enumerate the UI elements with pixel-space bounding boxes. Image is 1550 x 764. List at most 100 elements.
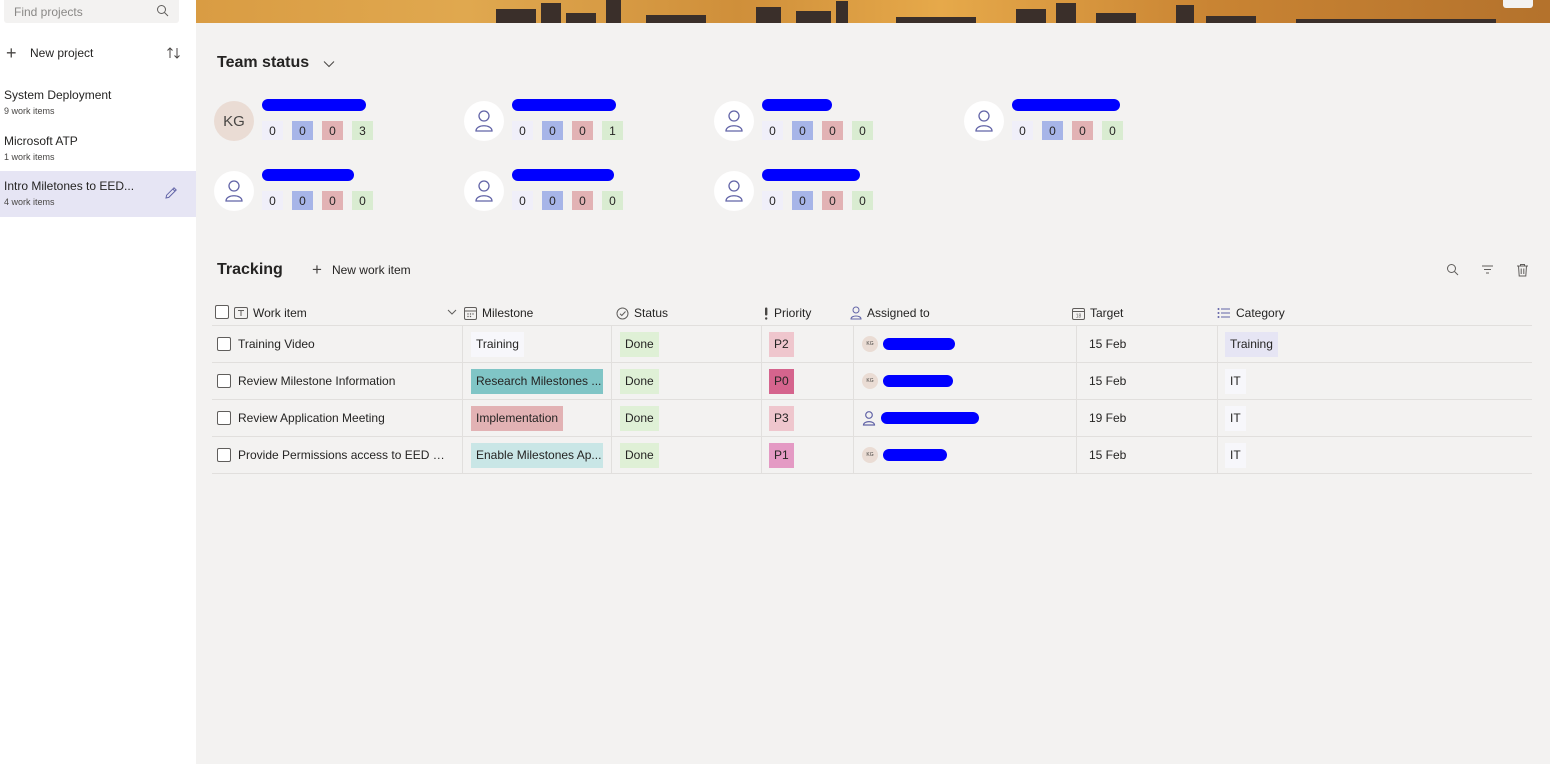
team-member-card[interactable]: 0000 [464, 169, 704, 215]
team-member-card[interactable]: 0000 [214, 169, 454, 215]
member-name-redacted [262, 99, 366, 111]
milestone-cell[interactable]: Enable Milestones Ap... [471, 437, 603, 473]
sort-icon[interactable] [166, 45, 182, 61]
target-cell[interactable]: 15 Feb [1089, 326, 1126, 362]
project-item-active[interactable]: Intro Miletones to EED... 4 work items [0, 171, 196, 217]
column-priority[interactable]: Priority [763, 306, 811, 320]
assignee-cell[interactable]: KG [862, 363, 953, 399]
target-cell[interactable]: 15 Feb [1089, 437, 1126, 473]
sidebar: + New project System Deployment 9 work i… [0, 0, 196, 764]
chevron-down-icon[interactable] [323, 60, 335, 68]
status-icon [616, 307, 629, 319]
avatar [714, 171, 754, 211]
delete-icon[interactable] [1516, 263, 1529, 277]
edit-icon[interactable] [163, 185, 179, 201]
task-counts: 0003 [262, 121, 382, 140]
task-count-badge: 0 [822, 191, 843, 210]
row-checkbox[interactable] [217, 400, 231, 436]
category-cell[interactable]: Training [1225, 326, 1278, 362]
task-count-badge: 0 [762, 121, 783, 140]
assignee-cell[interactable]: KG [862, 437, 947, 473]
task-count-badge: 3 [352, 121, 373, 140]
task-count-badge: 0 [602, 191, 623, 210]
target-cell[interactable]: 15 Feb [1089, 363, 1126, 399]
column-category[interactable]: Category [1217, 306, 1285, 320]
task-count-badge: 0 [262, 191, 283, 210]
task-count-badge: 0 [822, 121, 843, 140]
search-icon[interactable] [156, 4, 169, 17]
calendar-icon: 18 [1072, 307, 1085, 320]
exclamation-icon [765, 307, 768, 320]
team-member-card[interactable]: 0000 [714, 99, 954, 145]
new-project-button[interactable]: + New project [6, 42, 184, 64]
column-label: Priority [774, 306, 812, 320]
project-item[interactable]: Microsoft ATP 1 work items [0, 126, 196, 170]
filter-icon[interactable] [1481, 263, 1494, 276]
status-tag: Done [620, 331, 659, 357]
team-status-header[interactable]: Team status [217, 54, 335, 72]
assignee-name-redacted [883, 375, 953, 387]
task-counts: 0000 [1012, 121, 1132, 140]
status-cell[interactable]: Done [620, 363, 659, 399]
task-count-badge: 0 [1012, 121, 1033, 140]
tracking-table: Work item Milestone Status Priority Assi… [212, 302, 1532, 474]
team-status-title: Team status [217, 54, 310, 71]
column-target[interactable]: 18 Target [1072, 306, 1123, 320]
new-work-item-button[interactable]: + New work item [312, 260, 411, 279]
member-name-redacted [262, 169, 354, 181]
target-cell[interactable]: 19 Feb [1089, 400, 1126, 436]
project-item[interactable]: System Deployment 9 work items [0, 80, 196, 124]
team-member-card[interactable]: 0001 [464, 99, 704, 145]
table-row[interactable]: Training Video Training Done P2 KG 15 Feb Trai… [212, 326, 1532, 363]
milestone-cell[interactable]: Research Milestones ... [471, 363, 603, 399]
assignee-cell[interactable]: KG [862, 326, 955, 362]
work-item-cell[interactable]: Review Application Meeting [230, 400, 448, 436]
status-cell[interactable]: Done [620, 326, 659, 362]
priority-cell[interactable]: P0 [769, 363, 794, 399]
team-member-card[interactable]: KG 0 0 0 3 [214, 99, 454, 145]
project-name: Microsoft ATP [4, 134, 78, 148]
status-tag: Done [620, 442, 659, 468]
work-item-cell[interactable]: Provide Permissions access to EED Gro... [230, 437, 448, 473]
assignee-cell[interactable] [862, 400, 979, 436]
plus-icon: + [312, 260, 322, 279]
target-date: 15 Feb [1089, 448, 1127, 462]
team-member-card[interactable]: 0000 [964, 99, 1204, 145]
row-checkbox[interactable] [217, 363, 231, 399]
status-tag: Done [620, 405, 659, 431]
status-cell[interactable]: Done [620, 437, 659, 473]
row-checkbox[interactable] [217, 326, 231, 362]
work-item-cell[interactable]: Training Video [230, 326, 448, 362]
search-input[interactable] [4, 4, 144, 19]
search-icon[interactable] [1446, 263, 1459, 276]
column-work-item[interactable]: Work item [234, 306, 307, 320]
task-count-badge: 0 [512, 121, 533, 140]
select-all-checkbox[interactable] [215, 305, 229, 319]
table-row[interactable]: Review Application Meeting Implementation… [212, 400, 1532, 437]
table-row[interactable]: Review Milestone Information Research Mil… [212, 363, 1532, 400]
priority-cell[interactable]: P3 [769, 400, 794, 436]
category-cell[interactable]: IT [1225, 437, 1246, 473]
milestone-tag: Implementation [471, 405, 564, 431]
search-box[interactable] [4, 0, 179, 23]
banner-button[interactable] [1503, 0, 1533, 8]
priority-cell[interactable]: P2 [769, 326, 794, 362]
column-assigned-to[interactable]: Assigned to [850, 306, 930, 320]
priority-cell[interactable]: P1 [769, 437, 794, 473]
milestone-cell[interactable]: Implementation [471, 400, 564, 436]
avatar [964, 101, 1004, 141]
row-checkbox[interactable] [217, 437, 231, 473]
new-work-item-label: New work item [331, 263, 411, 277]
status-cell[interactable]: Done [620, 400, 659, 436]
work-item-cell[interactable]: Review Milestone Information [230, 363, 448, 399]
column-status[interactable]: Status [616, 306, 668, 320]
task-count-badge: 0 [852, 121, 873, 140]
table-row[interactable]: Provide Permissions access to EED Gro...… [212, 437, 1532, 474]
milestone-cell[interactable]: Training [471, 326, 524, 362]
person-icon [725, 110, 743, 132]
team-member-card[interactable]: 0000 [714, 169, 954, 215]
category-cell[interactable]: IT [1225, 400, 1246, 436]
category-cell[interactable]: IT [1225, 363, 1246, 399]
column-milestone[interactable]: Milestone [464, 306, 533, 320]
chevron-down-icon[interactable] [447, 309, 457, 315]
